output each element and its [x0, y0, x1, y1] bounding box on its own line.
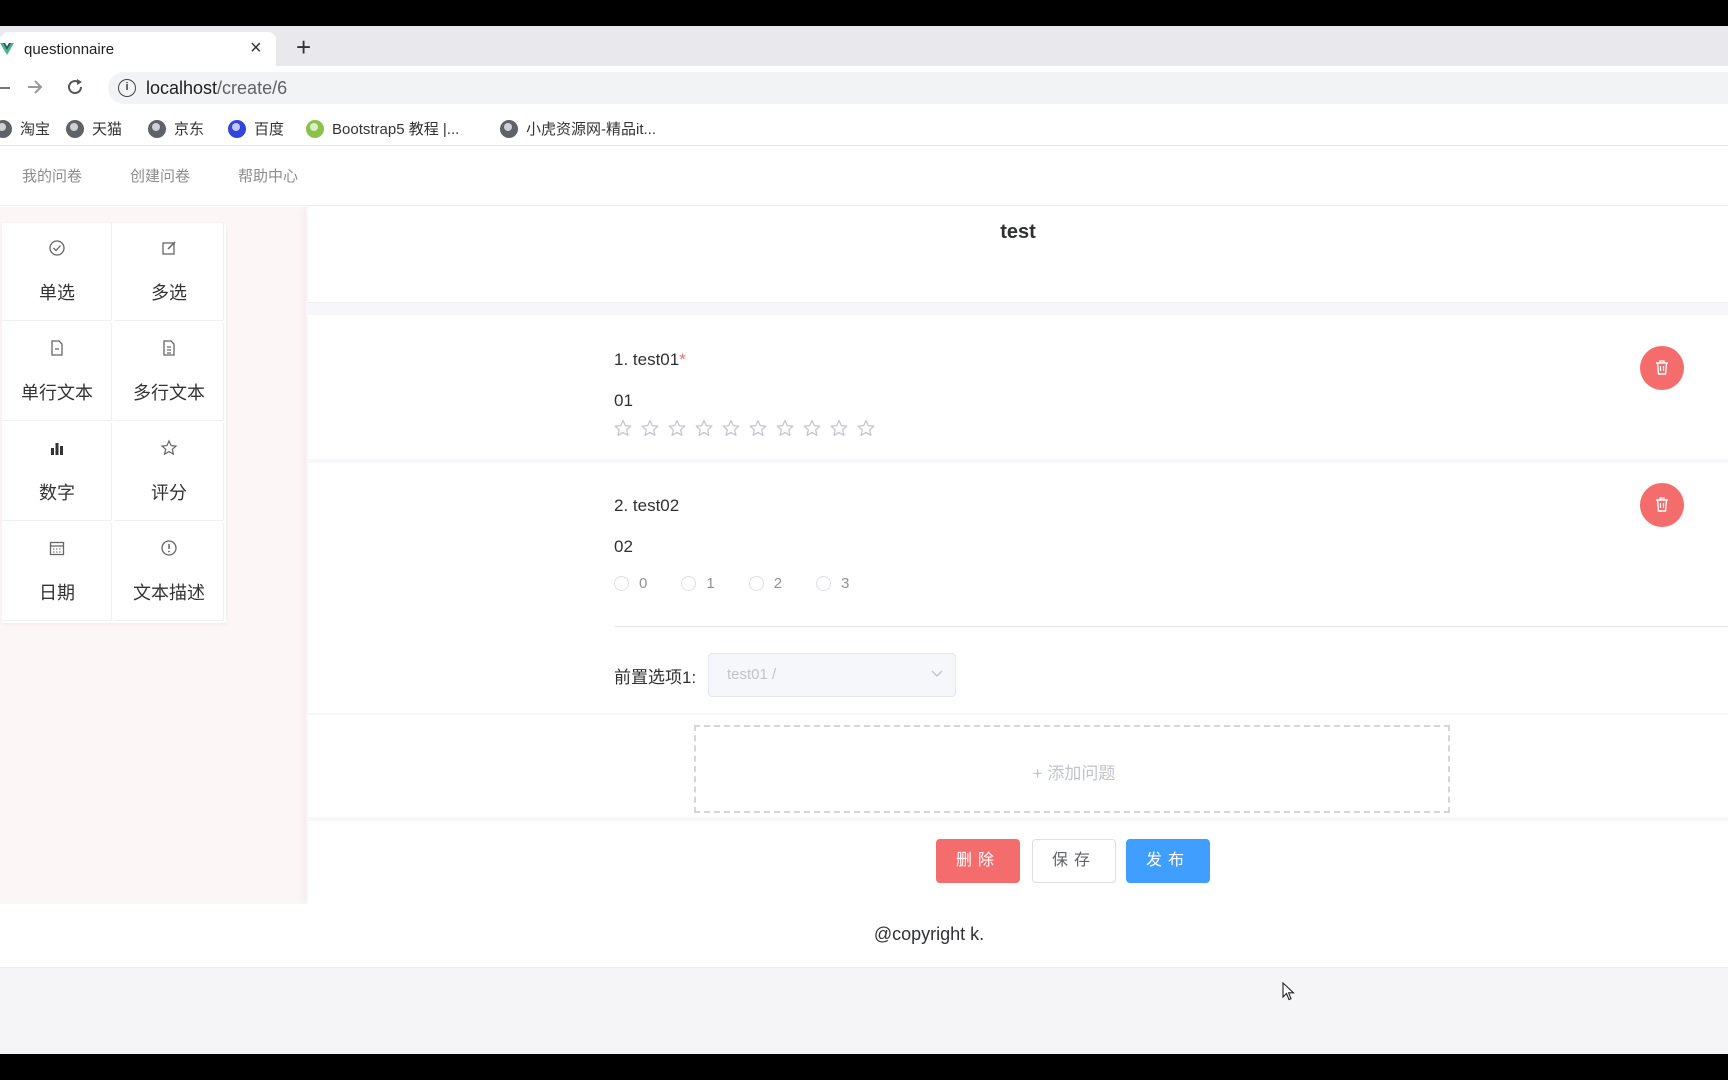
- rating-star-icon[interactable]: [641, 419, 668, 439]
- bookmark-baidu[interactable]: 百度: [228, 118, 284, 139]
- divider: [614, 626, 1728, 627]
- rating-star-icon[interactable]: [776, 419, 803, 439]
- globe-icon: [148, 119, 166, 138]
- question-description: 02: [614, 537, 633, 556]
- forward-arrow-icon[interactable]: [26, 78, 44, 96]
- bookmark-xiaohu[interactable]: 小虎资源网-精品it...: [500, 118, 656, 139]
- rating-star-icon[interactable]: [695, 419, 722, 439]
- rating-star-icon[interactable]: [668, 419, 695, 439]
- palette-multi-line-text[interactable]: 多行文本: [114, 323, 224, 421]
- radio-option[interactable]: 3: [816, 575, 849, 592]
- required-mark: *: [679, 350, 686, 369]
- question-title: 2. test02: [614, 496, 680, 515]
- palette-single-choice[interactable]: 单选: [2, 223, 112, 321]
- globe-icon: [500, 119, 518, 138]
- publish-button[interactable]: 发布: [1126, 839, 1210, 883]
- survey-editor: test 1. test01* 01 2. test02 02 0 1 2 3 …: [306, 207, 1728, 904]
- radio-options: 0 1 2 3: [614, 575, 883, 592]
- delete-question-button[interactable]: [1640, 346, 1684, 390]
- site-info-icon[interactable]: i: [118, 79, 136, 97]
- app-header: 我的问卷 创建问卷 帮助中心: [0, 146, 1728, 206]
- radio-circle[interactable]: [614, 576, 629, 591]
- survey-title-card: test: [308, 207, 1728, 303]
- tab-title: questionnaire: [24, 41, 115, 58]
- save-button[interactable]: 保存: [1032, 839, 1116, 883]
- mouse-cursor-icon: [1282, 982, 1295, 1001]
- delete-question-button[interactable]: [1640, 483, 1684, 527]
- copyright-text: @copyright k.: [873, 924, 985, 944]
- rating-star-icon[interactable]: [830, 419, 857, 439]
- nav-my-questionnaires[interactable]: 我的问卷: [22, 165, 82, 186]
- palette-multiple-choice[interactable]: 多选: [114, 223, 224, 321]
- radio-circle[interactable]: [748, 576, 764, 591]
- document-lines-icon: [163, 340, 175, 356]
- rating-star-icon[interactable]: [722, 419, 749, 439]
- nav-help-center[interactable]: 帮助中心: [238, 165, 298, 186]
- precondition-label: 前置选项1:: [614, 668, 697, 687]
- calendar-icon: [49, 541, 65, 556]
- bookmark-taobao[interactable]: 淘宝: [0, 118, 50, 139]
- radio-option[interactable]: 0: [614, 575, 647, 592]
- baidu-paw-icon: [228, 119, 246, 138]
- precondition-select[interactable]: test01 /: [708, 653, 956, 697]
- radio-circle[interactable]: [681, 576, 697, 591]
- new-tab-icon[interactable]: +: [296, 34, 311, 60]
- chevron-down-icon: [931, 670, 943, 677]
- add-question-button[interactable]: + 添加问题: [694, 725, 1450, 813]
- bookmark-jd[interactable]: 京东: [148, 118, 204, 139]
- survey-title[interactable]: test: [308, 221, 1728, 244]
- palette-rating[interactable]: 评分: [114, 423, 224, 521]
- palette-number[interactable]: 数字: [2, 423, 112, 521]
- globe-icon: [66, 119, 84, 138]
- browser-window: questionnaire × + i localhost/create/6 淘…: [0, 26, 1728, 1054]
- question-title: 1. test01*: [614, 350, 686, 369]
- add-question-label: + 添加问题: [1032, 764, 1116, 783]
- rating-star-icon[interactable]: [857, 419, 884, 439]
- action-bar: 删除 保存 发布: [308, 821, 1728, 904]
- question-type-palette: 单选 多选 单行文本 多行文本 数字 评分 日期 文本描述: [2, 223, 226, 623]
- rating-star-icon[interactable]: [614, 419, 641, 439]
- runoob-icon: [306, 119, 324, 138]
- url-field[interactable]: i localhost/create/6: [108, 72, 1728, 104]
- question-card-2[interactable]: 2. test02 02 0 1 2 3 前置选项1: test01 /: [308, 463, 1728, 713]
- vue-logo-icon: [0, 43, 14, 55]
- trash-icon: [1656, 497, 1668, 512]
- question-description: 01: [614, 391, 633, 410]
- tab-strip: questionnaire × +: [0, 26, 1728, 66]
- rating-stars[interactable]: [614, 419, 884, 439]
- rating-star-icon[interactable]: [803, 419, 830, 439]
- bookmark-bootstrap[interactable]: Bootstrap5 教程 |...: [306, 118, 459, 139]
- precondition-select-value: test01 /: [727, 666, 777, 683]
- palette-single-line-text[interactable]: 单行文本: [2, 323, 112, 421]
- delete-survey-button[interactable]: 删除: [936, 839, 1020, 883]
- bar-chart-icon: [51, 443, 63, 455]
- close-tab-icon[interactable]: ×: [250, 38, 262, 58]
- bookmark-tmall[interactable]: 天猫: [66, 118, 122, 139]
- star-icon: [160, 439, 178, 456]
- palette-date[interactable]: 日期: [2, 523, 112, 621]
- radio-option[interactable]: 2: [748, 575, 782, 592]
- footer: @copyright k.: [0, 904, 1728, 968]
- trash-icon: [1656, 360, 1668, 375]
- bookmarks-bar: 淘宝 天猫 京东 百度 Bootstrap5 教程 |... 小虎资源网-精品i…: [0, 110, 1728, 146]
- reload-icon[interactable]: [66, 78, 84, 96]
- nav-create-questionnaire[interactable]: 创建问卷: [130, 165, 190, 186]
- palette-text-description[interactable]: 文本描述: [114, 523, 224, 621]
- radio-option[interactable]: 1: [681, 575, 715, 592]
- question-card-1[interactable]: 1. test01* 01: [308, 315, 1728, 459]
- radio-circle[interactable]: [816, 576, 832, 591]
- info-icon: [161, 540, 177, 556]
- browser-tab[interactable]: questionnaire ×: [0, 32, 276, 66]
- add-question-area: + 添加问题: [308, 715, 1728, 817]
- address-bar-row: i localhost/create/6: [0, 66, 1728, 110]
- check-circle-icon: [49, 240, 65, 256]
- page-bottom: [0, 968, 1728, 1054]
- url-text: localhost/create/6: [146, 78, 288, 98]
- rating-star-icon[interactable]: [749, 419, 776, 439]
- back-arrow-icon[interactable]: [0, 78, 10, 98]
- document-icon: [51, 340, 63, 356]
- edit-icon: [162, 241, 176, 255]
- globe-icon: [0, 119, 12, 138]
